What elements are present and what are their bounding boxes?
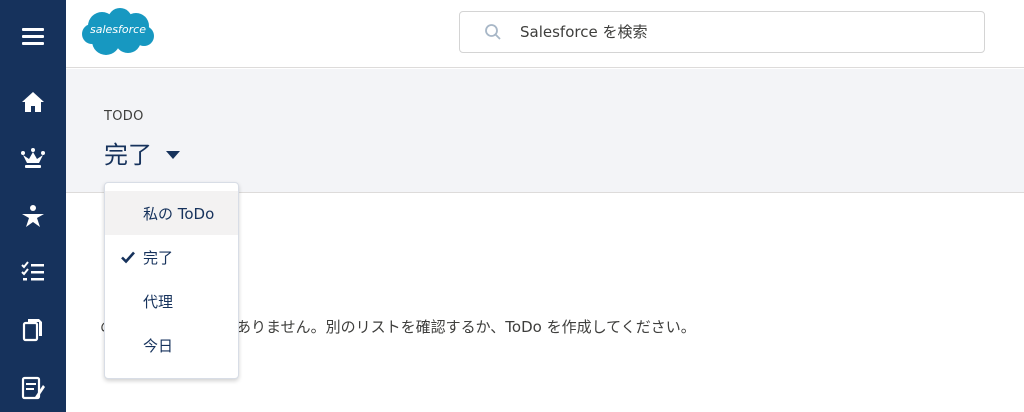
nav-tasks-button[interactable] xyxy=(0,252,66,292)
nav-home-button[interactable] xyxy=(0,82,66,122)
home-icon xyxy=(22,92,44,112)
dropdown-item-label: 今日 xyxy=(143,336,174,355)
nav-opportunities-button[interactable] xyxy=(0,138,66,178)
list-view-selector[interactable]: 完了 xyxy=(104,135,180,170)
documents-icon xyxy=(22,319,42,342)
dropdown-item-label: 完了 xyxy=(143,248,174,267)
list-view-title: 完了 xyxy=(104,141,152,169)
caret-down-icon xyxy=(166,150,180,159)
nav-rail xyxy=(0,0,66,412)
logo-text: salesforce xyxy=(90,23,146,36)
salesforce-logo[interactable]: salesforce xyxy=(80,6,156,58)
checkmark-icon xyxy=(121,251,135,264)
dropdown-item-completed[interactable]: 完了 xyxy=(105,235,238,279)
notes-icon xyxy=(21,376,45,400)
crown-icon xyxy=(21,148,45,168)
dropdown-item-delegated[interactable]: 代理 xyxy=(105,279,238,323)
global-search[interactable] xyxy=(459,11,985,53)
nav-leads-button[interactable] xyxy=(0,196,66,236)
task-list-icon xyxy=(21,261,44,281)
menu-button[interactable] xyxy=(0,16,66,56)
object-label: TODO xyxy=(104,109,144,124)
search-icon xyxy=(485,24,501,40)
dropdown-item-label: 私の ToDo xyxy=(143,204,215,223)
person-star-icon xyxy=(22,205,44,227)
list-view-header: TODO 完了 xyxy=(66,69,1024,193)
nav-files-button[interactable] xyxy=(0,310,66,350)
global-header: salesforce xyxy=(66,0,1024,68)
nav-notes-button[interactable] xyxy=(0,368,66,408)
list-view-dropdown: 私の ToDo 完了 代理 今日 xyxy=(104,182,239,379)
dropdown-item-today[interactable]: 今日 xyxy=(105,323,238,367)
search-input[interactable] xyxy=(520,12,960,52)
hamburger-menu-icon xyxy=(22,28,44,45)
dropdown-item-my-todo[interactable]: 私の ToDo xyxy=(105,191,238,235)
dropdown-item-label: 代理 xyxy=(143,292,174,311)
